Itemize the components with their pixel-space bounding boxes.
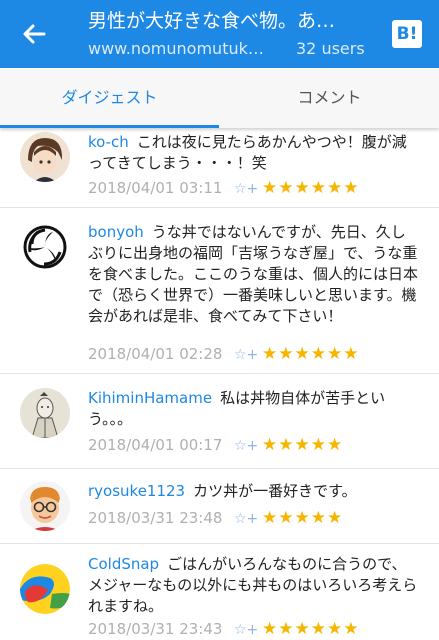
- users-count: 32 users: [296, 39, 365, 58]
- tab-digest[interactable]: ダイジェスト: [0, 68, 219, 128]
- comment-date: 2018/03/31 23:48: [88, 509, 223, 527]
- star-rating[interactable]: ★★★★★★: [262, 178, 359, 198]
- comment-list[interactable]: ko-ch これは夜に見たらあかんやつや！腹が減ってきてしまう・・・！笑 2018…: [0, 128, 439, 640]
- add-star-button[interactable]: ☆+: [234, 435, 262, 457]
- page-title: 男性が大好きな食べ物。あ…: [88, 10, 336, 32]
- arrow-left-icon[interactable]: [20, 20, 48, 48]
- comment-body: ryosuke1123 カツ丼が一番好きです。: [88, 481, 418, 502]
- cartoon-face-icon: [20, 481, 70, 531]
- comment-body: KihiminHamame 私は丼物自体が苦手という。。。: [88, 388, 418, 430]
- add-star-button[interactable]: ☆+: [234, 619, 262, 640]
- add-star-button[interactable]: ☆+: [234, 508, 262, 530]
- comment-date: 2018/03/31 23:43: [88, 620, 223, 638]
- avatar[interactable]: [20, 132, 70, 182]
- comment-meta: 2018/04/01 00:17 ☆+ ★★★★★: [88, 434, 343, 456]
- star-rating[interactable]: ★★★★★★: [262, 619, 359, 639]
- tab-comment[interactable]: コメント: [220, 68, 439, 128]
- hatena-bookmark-app: 男性が大好きな食べ物。あ… www.nomunomutuk… 32 users …: [0, 0, 439, 640]
- tomoe-emblem-icon: [23, 225, 67, 269]
- comment-text: カツ丼が一番好きです。: [193, 482, 357, 500]
- comment-username[interactable]: ColdSnap: [88, 555, 159, 573]
- comment-item: ko-ch これは夜に見たらあかんやつや！腹が減ってきてしまう・・・！笑 2018…: [0, 128, 439, 208]
- comment-item: ryosuke1123 カツ丼が一番好きです。 2018/03/31 23:48 ☆…: [0, 469, 439, 544]
- star-rating[interactable]: ★★★★★: [262, 508, 343, 528]
- comment-username[interactable]: ko-ch: [88, 133, 129, 151]
- comment-item: KihiminHamame 私は丼物自体が苦手という。。。 2018/04/01 …: [0, 374, 439, 469]
- star-rating[interactable]: ★★★★★: [262, 435, 343, 455]
- tab-bar: ダイジェスト コメント: [0, 68, 439, 128]
- avatar[interactable]: [20, 481, 70, 531]
- comment-date: 2018/04/01 00:17: [88, 436, 223, 454]
- comment-item: bonyoh うな丼ではないんですが、先日、久しぶりに出身地の福岡「吉塚うなぎ屋」…: [0, 208, 439, 374]
- comment-item: ColdSnap ごはんがいろんなものに合うので、メジャーなもの以外にも丼ものはい…: [0, 544, 439, 640]
- comment-body: ColdSnap ごはんがいろんなものに合うので、メジャーなもの以外にも丼ものはい…: [88, 554, 418, 617]
- comment-text: これは夜に見たらあかんやつや！腹が減ってきてしまう・・・！笑: [88, 133, 407, 172]
- active-tab-indicator: [0, 125, 219, 128]
- comment-date: 2018/04/01 03:11: [88, 179, 223, 197]
- colorful-logo-icon: [20, 564, 70, 614]
- app-header: 男性が大好きな食べ物。あ… www.nomunomutuk… 32 users …: [0, 0, 439, 68]
- star-rating[interactable]: ★★★★★★: [262, 344, 359, 364]
- avatar[interactable]: [20, 388, 70, 438]
- comment-meta: 2018/04/01 02:28 ☆+ ★★★★★★: [88, 343, 359, 365]
- comment-body: bonyoh うな丼ではないんですが、先日、久しぶりに出身地の福岡「吉塚うなぎ屋」…: [88, 222, 418, 327]
- anime-avatar-icon: [20, 132, 70, 182]
- comment-meta: 2018/03/31 23:43 ☆+ ★★★★★★: [88, 618, 359, 640]
- add-star-button[interactable]: ☆+: [234, 344, 262, 366]
- portrait-sketch-icon: [20, 388, 70, 438]
- comment-meta: 2018/04/01 03:11 ☆+ ★★★★★★: [88, 177, 359, 199]
- avatar[interactable]: [20, 564, 70, 614]
- page-url[interactable]: www.nomunomutuk…: [88, 38, 284, 60]
- comment-username[interactable]: ryosuke1123: [88, 482, 185, 500]
- comment-body: ko-ch これは夜に見たらあかんやつや！腹が減ってきてしまう・・・！笑: [88, 132, 418, 174]
- avatar[interactable]: [20, 222, 70, 272]
- comment-date: 2018/04/01 02:28: [88, 345, 223, 363]
- comment-username[interactable]: bonyoh: [88, 223, 144, 241]
- add-star-button[interactable]: ☆+: [234, 178, 262, 200]
- hatena-bookmark-button[interactable]: B!: [392, 20, 422, 48]
- comment-username[interactable]: KihiminHamame: [88, 389, 212, 407]
- comment-meta: 2018/03/31 23:48 ☆+ ★★★★★: [88, 507, 343, 529]
